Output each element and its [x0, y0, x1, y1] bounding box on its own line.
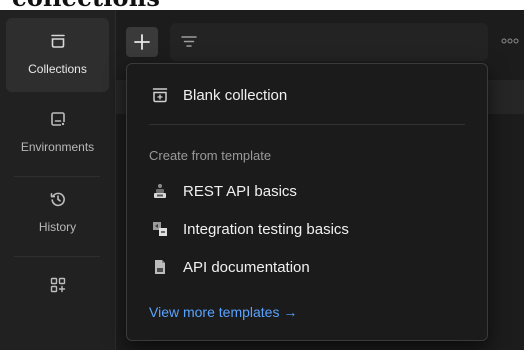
collections-icon — [49, 32, 67, 50]
menu-item-api-documentation[interactable]: API documentation — [139, 252, 475, 282]
filter-icon — [180, 33, 198, 51]
sidebar-item-environments[interactable]: Environments — [6, 96, 109, 170]
sidebar-item-label: Collections — [28, 62, 87, 76]
sidebar: Collections Environments History — [0, 10, 116, 350]
sidebar-item-add-widget[interactable] — [6, 262, 109, 336]
sidebar-divider — [14, 256, 100, 257]
blank-collection-icon — [151, 86, 169, 104]
sidebar-item-collections[interactable]: Collections — [6, 18, 109, 92]
plus-icon — [134, 34, 150, 50]
menu-item-rest-api-basics[interactable]: REST API basics — [139, 176, 475, 206]
new-collection-menu: Blank collection Create from template RE… — [126, 63, 488, 341]
sidebar-item-label: Environments — [20, 140, 95, 154]
more-dots-icon — [501, 38, 519, 44]
add-collection-button[interactable] — [126, 27, 158, 57]
more-options-button[interactable] — [496, 34, 524, 48]
template-section-label: Create from template — [149, 148, 272, 163]
menu-item-label: API documentation — [183, 259, 310, 276]
menu-item-integration-testing-basics[interactable]: Integration testing basics — [139, 214, 475, 244]
history-icon — [49, 190, 67, 208]
sidebar-item-history[interactable]: History — [6, 176, 109, 250]
sidebar-item-label: History — [38, 220, 77, 234]
panel-toolbar — [116, 10, 524, 66]
menu-item-label: Blank collection — [183, 87, 288, 104]
view-more-templates-link[interactable]: View more templates → — [149, 304, 297, 320]
menu-item-blank-collection[interactable]: Blank collection — [139, 80, 475, 110]
add-widget-icon — [49, 276, 67, 294]
filter-field[interactable] — [170, 23, 488, 61]
menu-item-label: Integration testing basics — [183, 221, 349, 238]
menu-divider — [149, 124, 465, 125]
environments-icon — [49, 110, 67, 128]
api-documentation-icon — [151, 258, 169, 276]
integration-testing-icon — [151, 220, 169, 238]
page-heading: collections — [12, 0, 160, 10]
menu-item-label: REST API basics — [183, 183, 297, 200]
heading-strip: collections — [0, 0, 524, 10]
rest-api-icon — [151, 182, 169, 200]
